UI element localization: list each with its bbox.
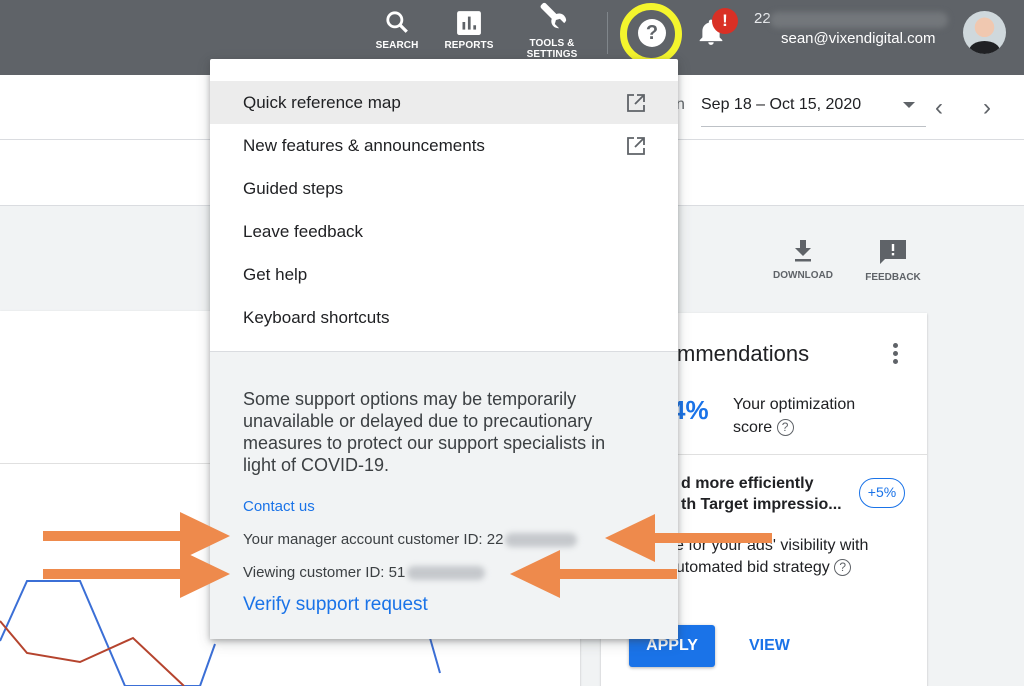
next-period-chevron-icon[interactable]: ›	[983, 94, 991, 122]
account-id-redacted	[770, 12, 948, 28]
recommendation-title-line1: d more efficiently	[681, 475, 814, 492]
reports-icon	[457, 11, 481, 35]
reports-label: REPORTS	[444, 40, 494, 51]
tools-label-line1: TOOLS &	[529, 38, 575, 49]
more-options-icon[interactable]	[893, 343, 901, 367]
menu-item-leave-feedback[interactable]: Leave feedback	[210, 210, 678, 253]
menu-item-new-features[interactable]: New features & announcements	[210, 124, 678, 167]
recommendation-description: ze for your ads' visibility with automat…	[667, 535, 927, 579]
viewing-customer-id-redacted	[407, 566, 486, 581]
menu-item-keyboard-shortcuts[interactable]: Keyboard shortcuts	[210, 296, 678, 339]
menu-item-label: New features & announcements	[243, 136, 485, 155]
menu-item-guided-steps[interactable]: Guided steps	[210, 167, 678, 210]
manager-account-id-redacted	[505, 533, 578, 548]
reports-button[interactable]: REPORTS	[443, 8, 495, 51]
menu-item-label: Get help	[243, 265, 308, 284]
viewing-customer-id-text: Viewing customer ID: 51	[243, 564, 406, 581]
recommendation-title-line2: th Target impressio...	[681, 496, 842, 513]
menu-item-label: Guided steps	[243, 179, 344, 198]
search-button[interactable]: SEARCH	[372, 8, 422, 51]
previous-period-chevron-icon[interactable]: ‹	[935, 94, 943, 122]
viewing-customer-id: Viewing customer ID: 51	[243, 564, 486, 581]
optimization-score-text: Your optimization score	[733, 396, 856, 436]
help-menu-list: Quick reference map New features & annou…	[210, 81, 678, 339]
recommendation-title: d more efficiently th Target impressio..…	[681, 473, 861, 515]
manager-account-id: Your manager account customer ID: 22	[243, 531, 578, 548]
download-button[interactable]: DOWNLOAD	[772, 238, 834, 281]
view-button[interactable]: VIEW	[749, 625, 790, 667]
toolbar-divider	[607, 12, 608, 54]
question-mark-icon: ?	[645, 22, 659, 44]
tools-settings-button[interactable]: TOOLS & SETTINGS	[520, 0, 584, 60]
open-in-new-icon	[627, 137, 645, 155]
verify-support-request-link[interactable]: Verify support request	[243, 594, 428, 616]
feedback-button[interactable]: FEEDBACK	[862, 238, 924, 283]
search-label: SEARCH	[375, 40, 419, 51]
wrench-icon	[540, 2, 567, 29]
help-circle-icon[interactable]: ?	[776, 419, 794, 437]
optimization-score-label: Your optimization score ?	[733, 393, 893, 439]
support-section: Some support options may be temporarily …	[210, 351, 678, 639]
recommendation-desc-line2: automated bid strategy	[667, 559, 830, 576]
download-label: DOWNLOAD	[773, 270, 833, 281]
menu-item-label: Quick reference map	[243, 93, 401, 112]
help-circle-icon[interactable]: ?	[834, 559, 852, 577]
user-avatar[interactable]	[963, 11, 1006, 54]
manager-account-id-text: Your manager account customer ID: 22	[243, 531, 504, 548]
tools-label: TOOLS & SETTINGS	[527, 38, 578, 60]
series-red-line	[0, 620, 185, 686]
recommendation-desc-line1: ze for your ads' visibility with	[667, 537, 869, 554]
menu-item-label: Leave feedback	[243, 222, 364, 241]
recommendations-title: mmendations	[677, 341, 810, 366]
help-button[interactable]: ?	[638, 19, 666, 47]
contact-us-link[interactable]: Contact us	[243, 498, 315, 515]
open-in-new-icon	[627, 94, 645, 112]
score-uplift-chip: +5%	[859, 478, 905, 508]
notification-alert-badge: !	[712, 8, 738, 34]
download-icon	[795, 240, 811, 262]
menu-item-get-help[interactable]: Get help	[210, 253, 678, 296]
feedback-icon	[880, 240, 906, 264]
feedback-label: FEEDBACK	[865, 272, 921, 283]
covid-support-notice: Some support options may be temporarily …	[243, 389, 606, 475]
date-range-selector[interactable]: Sep 18 – Oct 15, 2020	[701, 96, 861, 114]
account-id: 22	[754, 10, 771, 27]
date-range-underline	[701, 126, 926, 127]
account-email[interactable]: sean@vixendigital.com	[781, 30, 935, 47]
series-blue-line	[0, 580, 216, 686]
dropdown-caret-icon[interactable]	[903, 102, 915, 108]
menu-item-label: Keyboard shortcuts	[243, 308, 390, 327]
menu-item-quick-reference-map[interactable]: Quick reference map	[210, 81, 678, 124]
help-dropdown-menu: Quick reference map New features & annou…	[210, 59, 678, 639]
search-icon	[386, 11, 408, 33]
